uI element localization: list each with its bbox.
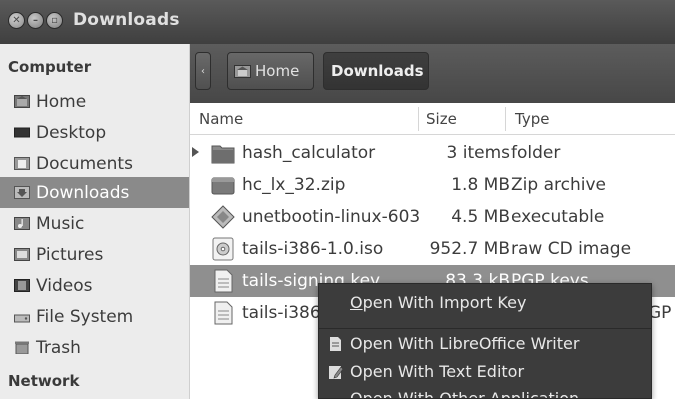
sidebar-item-label: File System xyxy=(36,306,134,327)
text-file-icon xyxy=(214,301,233,325)
menu-item-label: Open With Text Editor xyxy=(350,362,525,381)
expand-arrow-icon[interactable] xyxy=(192,147,199,157)
home-icon xyxy=(234,64,251,78)
sidebar-item-label: Desktop xyxy=(36,122,107,143)
menu-item-open-with-libreoffice-writer[interactable]: Open With LibreOffice Writer xyxy=(319,329,651,359)
filesystem-icon xyxy=(14,314,30,323)
file-name: tails-i386 xyxy=(242,303,321,323)
sidebar-heading-computer: Computer xyxy=(8,58,92,76)
file-size: 3 items xyxy=(446,143,510,163)
executable-icon xyxy=(211,205,235,229)
file-size: 952.7 MB xyxy=(429,239,510,259)
close-icon: ✕ xyxy=(12,14,21,26)
text-editor-icon xyxy=(329,366,343,379)
text-file-icon xyxy=(214,269,233,293)
sidebar-item-trash[interactable]: Trash xyxy=(0,332,189,363)
file-name: tails-i386-1.0.iso xyxy=(242,239,384,259)
file-row[interactable]: unetbootin-linux-603 4.5 MB executable xyxy=(190,201,675,233)
menu-item-label: Open With Other Application xyxy=(350,389,580,399)
file-row[interactable]: tails-i386-1.0.iso 952.7 MB raw CD image xyxy=(190,233,675,265)
folder-icon xyxy=(211,145,235,164)
column-header-row: Name Size Type xyxy=(190,103,675,135)
sidebar-item-file-system[interactable]: File System xyxy=(0,301,189,332)
home-icon xyxy=(14,95,30,108)
mnemonic-letter: O xyxy=(350,293,363,312)
file-row[interactable]: hc_lx_32.zip 1.8 MB Zip archive xyxy=(190,169,675,201)
sidebar-item-label: Trash xyxy=(36,337,81,358)
desktop-icon xyxy=(14,127,30,138)
file-type: executable xyxy=(511,207,605,227)
pictures-icon xyxy=(14,248,30,261)
minimize-window-button[interactable]: – xyxy=(27,12,44,29)
sidebar-item-label: Music xyxy=(36,213,85,234)
column-header-size[interactable]: Size xyxy=(426,110,457,128)
document-icon xyxy=(330,337,341,351)
column-header-type[interactable]: Type xyxy=(515,110,549,128)
location-toolbar: ‹ Home Downloads xyxy=(190,44,675,103)
videos-icon xyxy=(14,279,30,292)
sidebar-heading-network: Network xyxy=(8,372,80,390)
documents-icon xyxy=(14,157,30,170)
file-name: hc_lx_32.zip xyxy=(242,175,346,195)
file-row[interactable]: hash_calculator 3 items folder xyxy=(190,137,675,169)
close-window-button[interactable]: ✕ xyxy=(8,12,25,29)
breadcrumb-label: Home xyxy=(255,62,300,80)
sidebar-item-downloads[interactable]: Downloads xyxy=(0,177,189,208)
sidebar-item-home[interactable]: Home xyxy=(0,86,189,117)
file-size: 1.8 MB xyxy=(451,175,510,195)
sidebar-item-label: Downloads xyxy=(36,182,130,203)
back-arrow-icon: ‹ xyxy=(201,65,205,77)
breadcrumb-label: Downloads xyxy=(331,62,424,80)
sidebar-item-music[interactable]: Music xyxy=(0,208,189,239)
file-size: 4.5 MB xyxy=(451,207,510,227)
back-button[interactable]: ‹ xyxy=(195,52,211,90)
menu-item-open-with-import-key[interactable]: Open With Import Key xyxy=(319,288,651,318)
music-icon xyxy=(14,217,30,230)
sidebar-item-label: Documents xyxy=(36,153,133,174)
archive-icon xyxy=(211,177,235,195)
sidebar-item-documents[interactable]: Documents xyxy=(0,148,189,179)
sidebar-item-desktop[interactable]: Desktop xyxy=(0,117,189,148)
file-type: Zip archive xyxy=(511,175,606,195)
menu-item-label-rest: pen With Import Key xyxy=(362,293,527,312)
maximize-icon: ▫ xyxy=(51,14,58,26)
file-name: hash_calculator xyxy=(242,143,376,163)
menu-item-open-with-other-application[interactable]: Open With Other Application xyxy=(319,384,651,399)
sidebar-item-label: Pictures xyxy=(36,244,104,265)
column-separator[interactable] xyxy=(418,107,419,131)
title-bar: ✕ – ▫ Downloads xyxy=(0,0,675,44)
places-sidebar: Computer Home Desktop Documents Download… xyxy=(0,44,190,399)
maximize-window-button[interactable]: ▫ xyxy=(46,12,63,29)
trash-icon xyxy=(15,341,29,354)
sidebar-item-label: Videos xyxy=(36,275,93,296)
file-type: folder xyxy=(511,143,561,163)
sidebar-item-videos[interactable]: Videos xyxy=(0,270,189,301)
context-menu: Open With Import Key Open With LibreOffi… xyxy=(318,283,652,399)
menu-item-label: Open With Import Key xyxy=(350,293,526,312)
column-separator[interactable] xyxy=(505,107,506,131)
sidebar-item-label: Home xyxy=(36,91,87,112)
file-name: unetbootin-linux-603 xyxy=(242,207,421,227)
column-header-name[interactable]: Name xyxy=(199,110,243,128)
menu-item-label: Open With LibreOffice Writer xyxy=(350,334,580,353)
downloads-icon xyxy=(14,186,30,199)
disc-image-icon xyxy=(212,237,234,261)
breadcrumb-home[interactable]: Home xyxy=(227,52,314,90)
window-title: Downloads xyxy=(73,10,180,30)
file-type: raw CD image xyxy=(511,239,632,259)
breadcrumb-downloads[interactable]: Downloads xyxy=(323,52,429,90)
sidebar-item-pictures[interactable]: Pictures xyxy=(0,239,189,270)
menu-item-open-with-text-editor[interactable]: Open With Text Editor xyxy=(319,357,651,387)
minimize-icon: – xyxy=(33,14,38,26)
